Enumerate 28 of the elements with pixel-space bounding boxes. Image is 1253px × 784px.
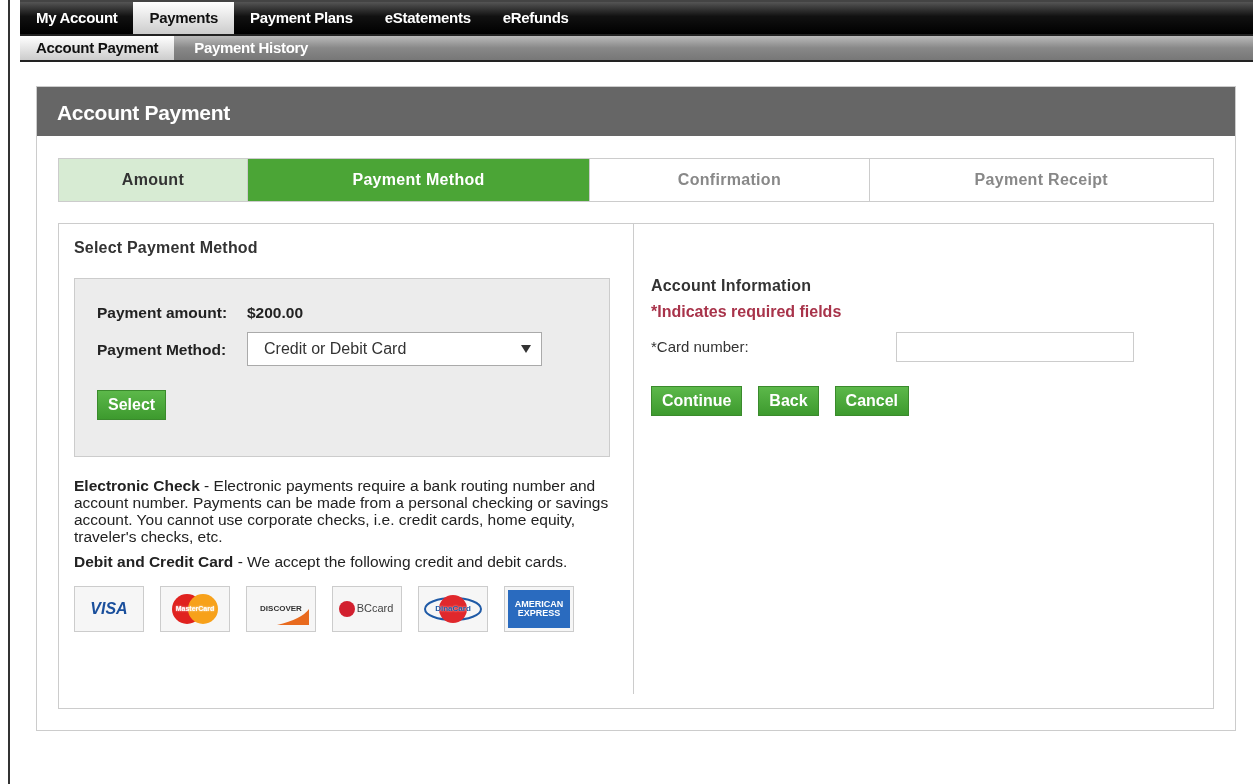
nav-tab[interactable]: Account Payment bbox=[20, 36, 175, 60]
swoosh-icon bbox=[277, 609, 309, 625]
section-title: Account Information bbox=[651, 276, 813, 296]
circle-icon bbox=[339, 601, 355, 617]
payment-method-dropdown[interactable]: Credit or Debit Card bbox=[247, 332, 542, 367]
nav-tab[interactable]: My Account bbox=[20, 2, 134, 34]
nav-tab[interactable]: Payment Plans bbox=[233, 2, 369, 34]
nav-tab[interactable]: Payments bbox=[133, 2, 234, 34]
description-text: Debit and Credit Card - We accept the following credit and debit cards. bbox=[74, 553, 569, 570]
logo-text: AMERICAN EXPRESS bbox=[513, 599, 565, 619]
card-number-field[interactable] bbox=[896, 332, 1134, 362]
logo-text: VISA bbox=[90, 600, 128, 618]
nav-tab[interactable]: eRefunds bbox=[486, 2, 585, 34]
field-label: Payment Method: bbox=[97, 339, 228, 360]
section-title: Select Payment Method bbox=[74, 238, 259, 258]
logo-text: BCcard bbox=[356, 603, 394, 615]
required-note: *Indicates required fields bbox=[651, 302, 843, 322]
nav-tab[interactable]: Payment History bbox=[174, 36, 329, 60]
wizard-step: Payment Method bbox=[247, 159, 591, 201]
field-label: *Card number: bbox=[651, 336, 750, 357]
amount-value: $200.00 bbox=[247, 303, 304, 323]
wizard-step: Amount bbox=[59, 159, 248, 201]
panel-title: Account Payment bbox=[37, 87, 1235, 136]
description-text: Electronic Check - Electronic payments require a bank routing number and account number. Payments can be made from a personal checking or savings account. You cannot use corporate checks, i.e. credit cards, home equity, traveler's checks, etc. bbox=[74, 477, 610, 545]
field-label: Payment amount: bbox=[97, 303, 229, 323]
logo-text: DISCOVER bbox=[260, 604, 302, 614]
nav-tab[interactable]: eStatements bbox=[368, 2, 487, 34]
dropdown-arrow-icon bbox=[521, 345, 531, 354]
